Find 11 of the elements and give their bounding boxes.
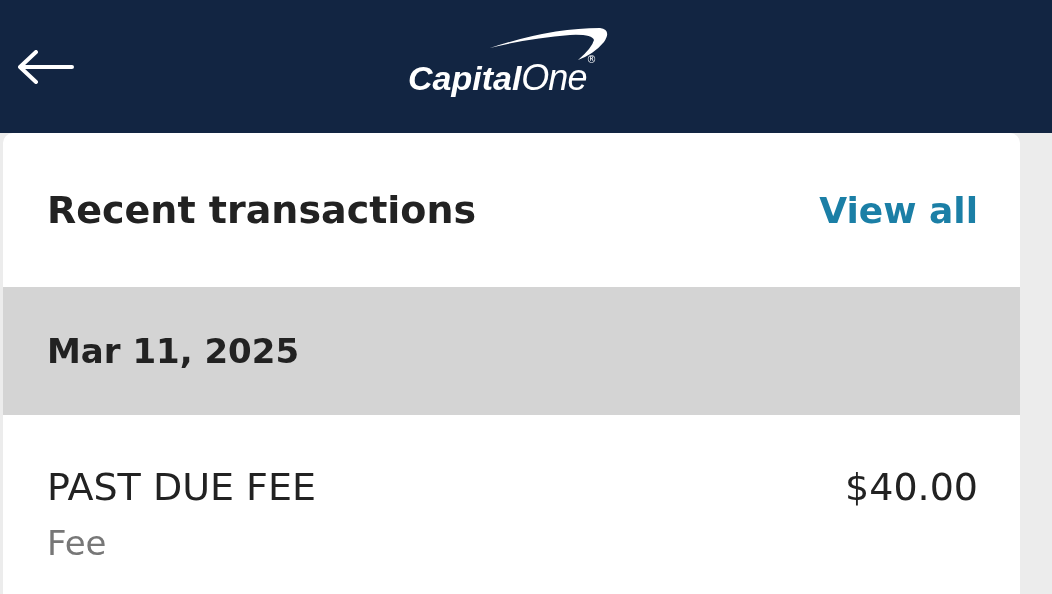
card-title: Recent transactions <box>47 188 477 232</box>
transaction-name: PAST DUE FEE <box>47 465 316 509</box>
back-arrow-icon <box>18 49 74 84</box>
logo-text: One <box>521 57 587 100</box>
logo-text: Capital <box>408 59 522 99</box>
registered-mark: ® <box>586 53 597 65</box>
transaction-category: Fee <box>47 523 107 563</box>
transaction-amount: $40.00 <box>845 465 978 509</box>
date-label: Mar 11, 2025 <box>47 331 300 371</box>
back-button[interactable] <box>18 49 74 84</box>
view-all-link[interactable]: View all <box>819 189 978 231</box>
